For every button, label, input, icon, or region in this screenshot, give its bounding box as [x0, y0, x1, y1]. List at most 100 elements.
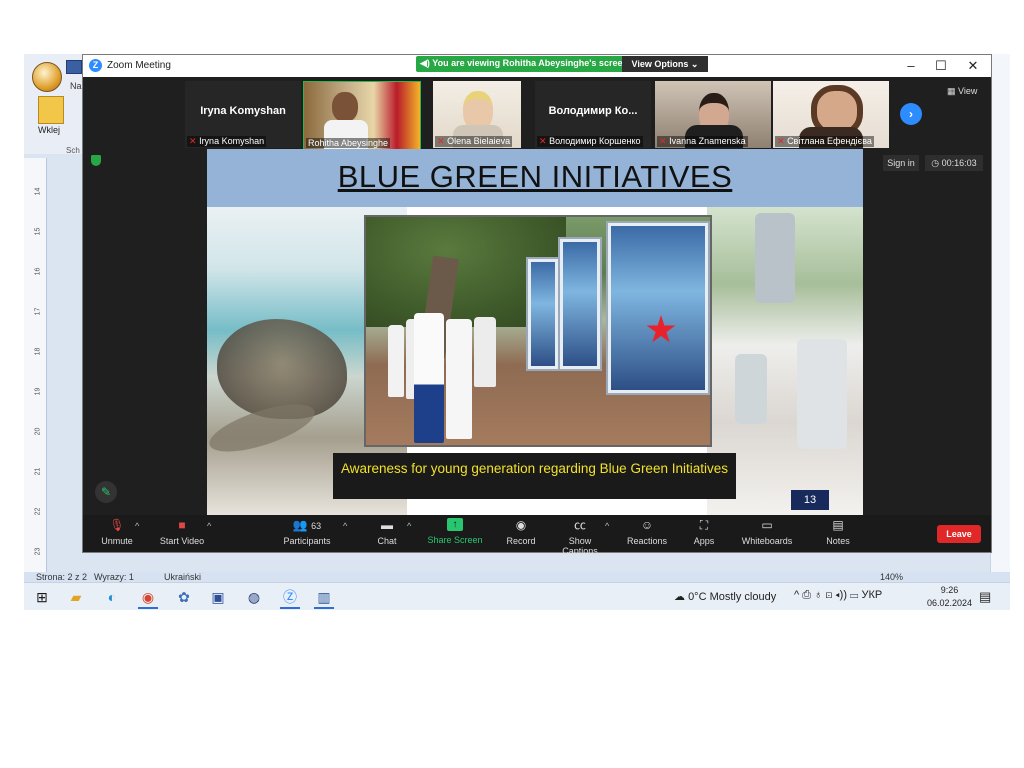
muted-mic-icon: ✕ — [777, 136, 785, 146]
captions-chevron-icon[interactable]: ^ — [605, 521, 609, 531]
show-captions-button[interactable]: ㏄ Show Captions — [551, 518, 609, 556]
paste-label[interactable]: Wklej — [38, 125, 60, 135]
record-label: Record — [506, 536, 536, 546]
zoom-app-icon[interactable]: Ⓩ — [280, 587, 300, 609]
system-tray[interactable]: ^ ⎙ ♁ ⊡ ◂)) ▭ УКР — [794, 589, 882, 602]
security-shield-icon[interactable] — [91, 155, 101, 166]
shared-slide: BLUE GREEN INITIATIVES Awareness for you… — [207, 149, 863, 515]
next-participants-icon[interactable]: › — [900, 103, 922, 125]
share-screen-button[interactable]: ↑ Share Screen — [427, 518, 483, 545]
muted-mic-icon: 🎙 — [109, 518, 125, 532]
ruler-number: 23 — [34, 547, 42, 556]
keyboard-language[interactable]: УКР — [862, 589, 883, 601]
notifications-icon[interactable]: ▤ — [979, 589, 991, 605]
file-explorer-icon[interactable]: ▰ — [66, 587, 86, 607]
maximize-icon[interactable]: ☐ — [931, 58, 951, 74]
chrome-browser-icon[interactable]: ◉ — [138, 587, 158, 609]
notes-button[interactable]: ▤ Notes — [823, 518, 853, 546]
chat-chevron-icon[interactable]: ^ — [407, 521, 411, 531]
sign-in-button[interactable]: Sign in — [883, 155, 919, 171]
word-scrollbar[interactable] — [990, 54, 1010, 574]
language-status[interactable]: Ukraiński — [164, 572, 201, 582]
participant-label: ✕ Світлана Ефендієва — [775, 136, 874, 147]
zoom-level[interactable]: 140% — [880, 572, 903, 582]
participants-button[interactable]: 👥 63 Participants — [283, 518, 331, 546]
ruler-number: 14 — [34, 187, 42, 196]
show-captions-label: Show Captions — [562, 536, 598, 556]
settings-app-icon[interactable]: ✿ — [174, 587, 194, 607]
chat-button[interactable]: ▬ Chat — [373, 518, 401, 546]
unmute-button[interactable]: 🎙 Unmute — [97, 518, 137, 546]
paste-icon[interactable] — [38, 96, 64, 124]
view-label: View — [958, 86, 978, 96]
participant-tile[interactable]: ✕ Світлана Ефендієва — [773, 81, 889, 148]
app-icon[interactable]: ◍ — [244, 587, 264, 607]
display-board — [526, 257, 560, 371]
participant-label-text: Світлана Ефендієва — [787, 136, 872, 146]
board-poster — [531, 262, 555, 366]
taskbar-clock[interactable]: 9:26 06.02.2024 — [927, 584, 972, 610]
edge-browser-icon[interactable]: ◐ — [102, 587, 122, 607]
participants-label: Participants — [283, 536, 331, 546]
save-icon[interactable] — [66, 60, 82, 74]
captions-icon: ㏄ — [573, 518, 586, 532]
share-screen-icon: ↑ — [447, 518, 463, 531]
reactions-button[interactable]: ☺ Reactions — [625, 518, 669, 546]
participant-tile[interactable]: ✕ Olena Bielaieva — [433, 81, 521, 148]
record-button[interactable]: ◉ Record — [501, 518, 541, 546]
volunteer-figure — [755, 213, 795, 303]
volunteer-figure — [735, 354, 767, 424]
title-bar: Z Zoom Meeting ◀) You are viewing Rohith… — [83, 55, 991, 77]
zoom-logo-icon: Z — [89, 59, 102, 72]
participant-tile[interactable]: Володимир Ко... ✕ Володимир Коршенко — [535, 81, 651, 148]
word-app-icon[interactable]: ▥ — [314, 587, 334, 609]
clock-date: 06.02.2024 — [927, 598, 973, 608]
whiteboards-button[interactable]: ▭ Whiteboards — [739, 518, 795, 546]
view-options-button[interactable]: View Options ⌄ — [622, 56, 708, 72]
display-board — [606, 221, 710, 395]
participant-label-text: Olena Bielaieva — [447, 136, 511, 146]
ruler-number: 18 — [34, 347, 42, 356]
apps-label: Apps — [693, 536, 715, 546]
participant-label: ✕ Володимир Коршенко — [537, 136, 643, 147]
app-icon[interactable]: ▣ — [208, 587, 228, 607]
window-title: Zoom Meeting — [107, 60, 171, 71]
participant-label-text: Ivanna Znamenska — [669, 136, 746, 146]
annotate-pencil-icon[interactable]: ✎ — [95, 481, 117, 503]
start-menu-icon[interactable]: ⊞ — [32, 587, 52, 607]
minimize-icon[interactable]: – — [901, 58, 921, 73]
reactions-label: Reactions — [626, 536, 668, 546]
unmute-label: Unmute — [101, 536, 133, 546]
start-video-label: Start Video — [159, 536, 205, 546]
audio-options-chevron-icon[interactable]: ^ — [135, 521, 139, 531]
weather-widget[interactable]: ☁ 0°C Mostly cloudy — [674, 590, 776, 603]
volunteer-figure — [797, 339, 847, 449]
word-count[interactable]: Wyrazy: 1 — [94, 572, 134, 582]
page-count[interactable]: Strona: 2 z 2 — [36, 572, 87, 582]
apps-button[interactable]: ⛶ Apps — [689, 518, 719, 546]
slide-title: BLUE GREEN INITIATIVES — [337, 159, 733, 194]
participants-chevron-icon[interactable]: ^ — [343, 521, 347, 531]
view-button[interactable]: ▦ View — [947, 86, 977, 97]
zoom-window: Z Zoom Meeting ◀) You are viewing Rohith… — [82, 54, 992, 556]
ribbon-tab-home[interactable]: Na — [70, 81, 82, 91]
display-board — [558, 237, 602, 371]
board-poster — [611, 226, 705, 390]
participant-tile[interactable]: Iryna Komyshan ✕ Iryna Komyshan — [185, 81, 301, 148]
reactions-icon: ☺ — [640, 518, 654, 532]
office-button[interactable] — [32, 62, 62, 92]
word-ribbon: Na Wklej Sch — [24, 54, 85, 155]
participant-face — [332, 92, 358, 122]
participant-tile[interactable]: Rohitha Abeysinghe — [303, 81, 421, 150]
close-icon[interactable]: ✕ — [963, 58, 983, 74]
participant-tile[interactable]: ✕ Ivanna Znamenska — [655, 81, 771, 148]
start-video-button[interactable]: ■ Start Video — [159, 518, 205, 546]
clipboard-group-label: Sch — [66, 146, 80, 155]
student-figure — [388, 325, 404, 397]
participant-name: Iryna Komyshan — [200, 105, 286, 117]
participant-label: Rohitha Abeysinghe — [306, 138, 391, 148]
leave-button[interactable]: Leave — [937, 525, 981, 543]
muted-mic-icon: ✕ — [659, 136, 667, 146]
participants-count: 63 — [311, 521, 322, 531]
video-options-chevron-icon[interactable]: ^ — [207, 521, 211, 531]
